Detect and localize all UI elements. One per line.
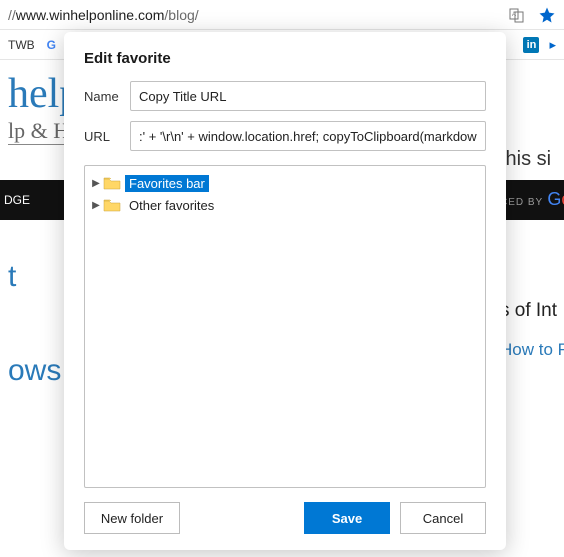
cancel-button[interactable]: Cancel (400, 502, 486, 534)
save-button[interactable]: Save (304, 502, 390, 534)
svg-text:A: A (512, 12, 516, 18)
name-input[interactable] (130, 81, 486, 111)
address-bar: //www.winhelponline.com/blog/ A (0, 0, 564, 30)
sidebar-heading-fragment: s of Int (500, 300, 560, 322)
translate-icon[interactable]: A (508, 6, 526, 24)
name-label: Name (84, 89, 130, 104)
bookmark-item-twb[interactable]: TWB (8, 38, 35, 52)
folder-tree[interactable]: ▶ Favorites bar ▶ Other favorites (84, 165, 486, 488)
enhanced-by-fragment: CED BY Go (500, 189, 560, 210)
folder-icon (103, 176, 121, 190)
search-heading-fragment: this si (500, 148, 560, 171)
google-icon[interactable]: G (47, 38, 56, 52)
url-prefix: // (8, 7, 16, 23)
nav-item-fragment[interactable]: DGE (4, 193, 30, 207)
tree-item-favorites-bar[interactable]: ▶ Favorites bar (89, 172, 481, 194)
linkedin-icon[interactable]: in (523, 37, 539, 53)
url-label: URL (84, 129, 130, 144)
dialog-title: Edit favorite (84, 50, 486, 67)
favorite-star-icon[interactable] (538, 6, 556, 24)
folder-icon (103, 198, 121, 212)
google-logo-fragment: Go (547, 189, 564, 209)
bookmark-overflow-icon[interactable]: ▸ (549, 37, 556, 53)
site-subtitle-fragment: lp & H (8, 118, 69, 145)
expand-arrow-icon[interactable]: ▶ (89, 200, 103, 211)
expand-arrow-icon[interactable]: ▶ (89, 178, 103, 189)
sidebar-link-fragment[interactable]: How to Free Up (500, 340, 560, 360)
tree-item-label: Other favorites (125, 197, 218, 214)
new-folder-button[interactable]: New folder (84, 502, 180, 534)
tree-item-label: Favorites bar (125, 175, 209, 192)
url-path: /blog/ (164, 7, 198, 23)
url-input[interactable] (130, 121, 486, 151)
tree-item-other-favorites[interactable]: ▶ Other favorites (89, 194, 481, 216)
url-host: www.winhelponline.com (16, 7, 165, 23)
url-display[interactable]: //www.winhelponline.com/blog/ (8, 7, 508, 23)
edit-favorite-dialog: Edit favorite Name URL ▶ Favorites bar ▶… (64, 32, 506, 550)
